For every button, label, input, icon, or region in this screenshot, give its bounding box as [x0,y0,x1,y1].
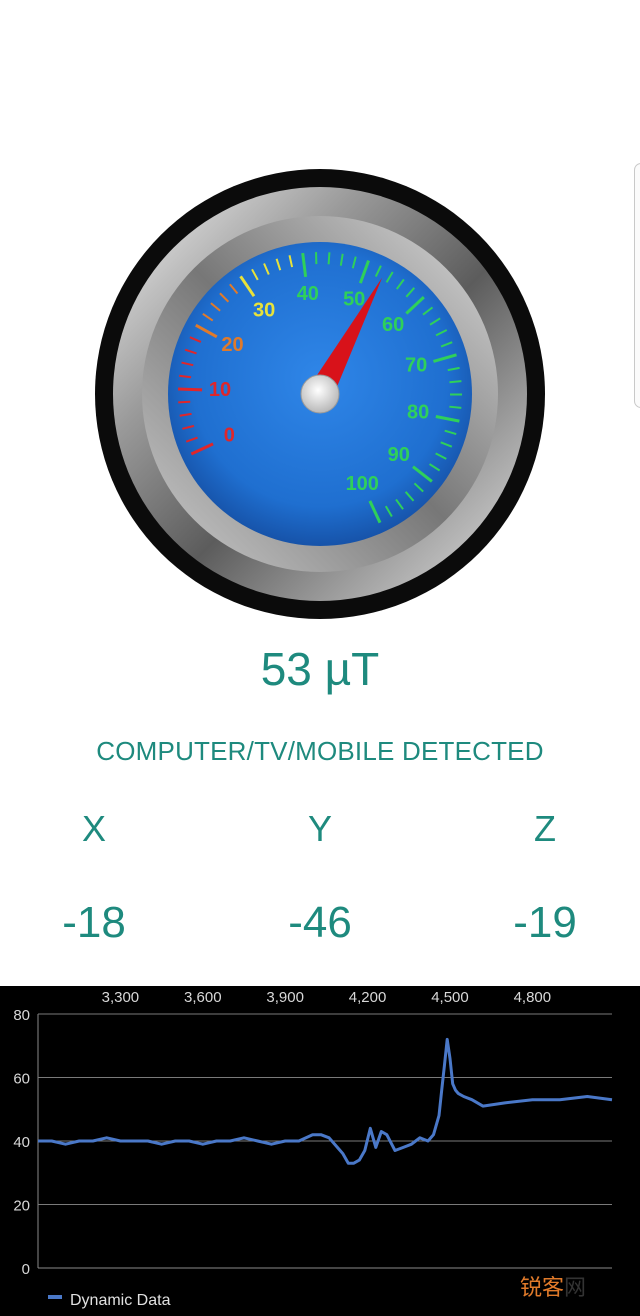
chart-x-tick-label: 4,500 [431,989,469,1006]
chart-x-tick-label: 3,600 [184,989,222,1006]
gauge-minor-tick [449,405,462,409]
axis-x-label: X [81,808,106,849]
gauge-scale-label: 40 [297,283,319,305]
gauge-scale-label: 50 [343,288,365,310]
chart-canvas: 80 60 40 20 0 3,300 3,600 3,900 4,200 4,500 4,800 D… [13,989,613,1309]
gauge-scale-label: 80 [407,401,429,423]
gauge-minor-tick [178,400,191,404]
chart-y-tick-label: 60 [13,1071,30,1088]
axis-z-label: Z [534,808,556,849]
chart-x-tick-label: 3,300 [102,989,140,1006]
gauge-scale-label: 20 [221,334,243,356]
gauge-scale-label: 30 [253,299,275,321]
gauge-scale-label: 70 [405,355,427,377]
chart-legend-swatch [48,1295,62,1299]
chart-y-tick-label: 20 [13,1198,30,1215]
chart-series-line [38,1037,613,1165]
scroll-handle[interactable] [634,163,640,408]
axis-y-value: -46 [288,898,352,947]
chart-x-tick-label: 4,200 [349,989,387,1006]
axis-x-value: -18 [62,898,126,947]
gauge-hub [300,374,340,414]
magnetometer-gauge: 0 10 20 30 40 50 60 70 80 90 100 [0,0,640,640]
chart-x-tick-label: 3,900 [266,989,304,1006]
chart-legend-label: Dynamic Data [70,1292,171,1309]
gauge-minor-tick [327,252,331,265]
gauge-minor-tick [449,380,462,384]
axis-y-label: Y [307,808,332,849]
detection-status: COMPUTER/TV/MOBILE DETECTED [96,736,544,766]
gauge-dial: 0 10 20 30 40 50 6070 80 90 100 [95,169,545,619]
chart-y-tick-label: 80 [13,1007,30,1024]
gauge-scale-label: 90 [388,444,410,466]
gauge-scale-label: 100 [346,473,379,495]
watermark: 锐客网 [520,1275,587,1300]
gauge-scale-label: 10 [209,379,231,401]
chart-x-tick-label: 4,800 [514,989,552,1006]
gauge-scale-label: 0 [224,425,235,447]
axis-z-value: -19 [513,898,577,947]
field-strength-reading: 53 µT [260,643,380,695]
gauge-scale-label: 60 [382,314,404,336]
dynamic-data-chart: 80 60 40 20 0 3,300 3,600 3,900 4,200 4,500 4,800 D… [0,986,640,1316]
chart-y-tick-label: 40 [13,1134,30,1151]
gauge-major-tick [178,387,203,392]
chart-y-tick-label: 0 [22,1261,30,1278]
